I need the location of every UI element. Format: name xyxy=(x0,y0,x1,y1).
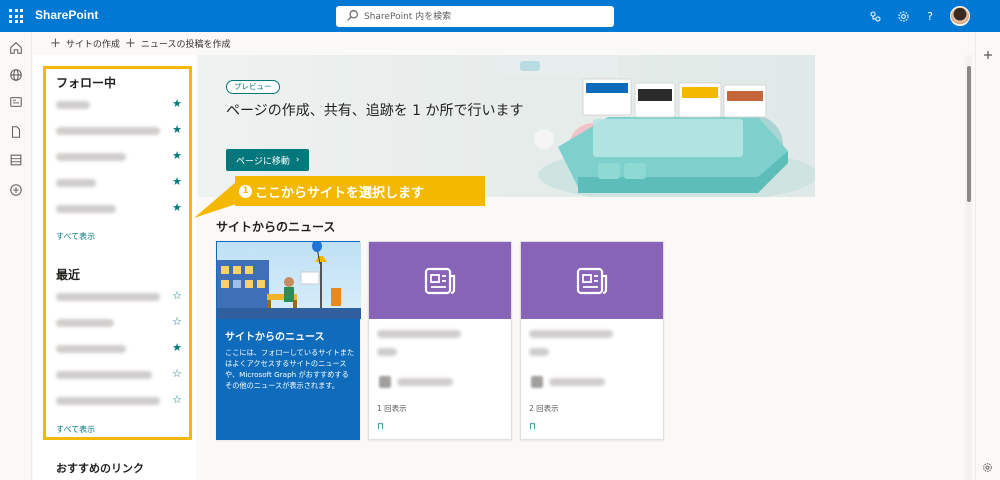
star-outline-icon[interactable]: ☆ xyxy=(172,367,182,381)
star-filled-icon[interactable]: ★ xyxy=(172,201,182,215)
help-icon[interactable]: ? xyxy=(922,8,938,24)
hero-title: ページの作成、共有、追跡を 1 か所で行います xyxy=(226,103,524,119)
news-thumbnail xyxy=(369,242,511,319)
instruction-callout: 1 ここからサイトを選択します xyxy=(235,176,485,206)
star-filled-icon[interactable]: ★ xyxy=(172,123,182,137)
news-card[interactable]: 1 回表示 ⊓ xyxy=(368,241,512,440)
newspaper-icon xyxy=(576,267,608,294)
create-news-label: ニュースの投稿を作成 xyxy=(140,40,231,50)
highlight-frame xyxy=(43,66,192,440)
newspaper-icon xyxy=(424,267,456,294)
create-icon[interactable] xyxy=(9,183,23,197)
search-icon xyxy=(347,10,358,21)
star-outline-icon[interactable]: ☆ xyxy=(172,315,182,329)
news-thumbnail xyxy=(521,242,663,319)
view-count: 1 回表示 xyxy=(377,404,407,413)
app-launcher-icon[interactable] xyxy=(9,9,23,23)
bookmark-icon[interactable]: ⊓ xyxy=(529,422,536,432)
bookmark-icon[interactable]: ⊓ xyxy=(377,422,384,432)
following-item[interactable]: ★ xyxy=(56,149,184,163)
news-card-description: ここには、フォローしているサイトまたはよくアクセスするサイトのニュースや、Mic… xyxy=(225,348,355,390)
following-heading: フォロー中 xyxy=(56,76,117,90)
star-outline-icon[interactable]: ☆ xyxy=(172,393,182,407)
author-avatar xyxy=(379,376,391,388)
command-bar: + サイトの作成 + ニュースの投稿を作成 xyxy=(33,32,967,54)
recent-item[interactable]: ☆ xyxy=(56,315,184,329)
step-number-badge: 1 xyxy=(239,184,252,198)
search-input[interactable] xyxy=(364,8,604,25)
following-item[interactable]: ★ xyxy=(56,175,184,189)
star-outline-icon[interactable]: ☆ xyxy=(172,289,182,303)
recommended-links-heading: おすすめのリンク xyxy=(56,462,144,475)
chevron-right-icon: › xyxy=(295,155,300,165)
recent-heading: 最近 xyxy=(56,268,81,282)
news-icon[interactable] xyxy=(9,95,23,109)
document-icon[interactable] xyxy=(9,125,23,139)
view-count: 2 回表示 xyxy=(529,404,559,413)
plus-icon: + xyxy=(50,36,61,51)
settings-icon[interactable] xyxy=(895,8,911,24)
go-to-pages-button[interactable]: ページに移動 › xyxy=(226,149,310,171)
following-item[interactable]: ★ xyxy=(56,123,184,137)
star-filled-icon[interactable]: ★ xyxy=(172,97,182,111)
recent-item[interactable]: ★ xyxy=(56,341,184,355)
author-avatar xyxy=(531,376,543,388)
create-site-label: サイトの作成 xyxy=(65,40,120,50)
go-to-pages-label: ページに移動 xyxy=(236,156,290,167)
star-filled-icon[interactable]: ★ xyxy=(172,175,182,189)
preview-badge: プレビュー xyxy=(226,80,280,94)
recent-item[interactable]: ☆ xyxy=(56,367,184,381)
plus-icon: + xyxy=(125,36,136,51)
recent-item[interactable]: ☆ xyxy=(56,393,184,407)
sharepoint-network-icon[interactable] xyxy=(867,8,883,24)
suite-bar: SharePoint ? xyxy=(0,0,1000,32)
search-box[interactable] xyxy=(336,6,614,27)
home-icon[interactable] xyxy=(9,41,23,55)
news-illustration xyxy=(217,242,361,319)
create-site-button[interactable]: + サイトの作成 xyxy=(50,37,120,50)
callout-text: ここからサイトを選択します xyxy=(255,185,425,201)
news-heading: サイトからのニュース xyxy=(216,220,336,234)
globe-icon[interactable] xyxy=(9,68,23,82)
list-icon[interactable] xyxy=(9,153,23,167)
user-avatar[interactable] xyxy=(950,6,970,26)
browser-side-panel xyxy=(975,32,1000,480)
recent-item[interactable]: ☆ xyxy=(56,289,184,303)
news-card[interactable]: 2 回表示 ⊓ xyxy=(520,241,664,440)
following-show-all-link[interactable]: すべて表示 xyxy=(56,231,95,242)
news-card[interactable]: サイトからのニュース ここには、フォローしているサイトまたはよくアクセスするサイ… xyxy=(216,241,361,440)
star-filled-icon[interactable]: ★ xyxy=(172,149,182,163)
app-rail xyxy=(0,32,32,480)
create-news-post-button[interactable]: + ニュースの投稿を作成 xyxy=(125,37,230,50)
plus-icon[interactable] xyxy=(983,50,993,60)
news-card-title[interactable]: サイトからのニュース xyxy=(225,328,325,343)
recent-show-all-link[interactable]: すべて表示 xyxy=(56,424,95,435)
following-item[interactable]: ★ xyxy=(56,201,184,215)
scrollbar-thumb[interactable] xyxy=(967,66,971,202)
app-title[interactable]: SharePoint xyxy=(35,8,98,22)
following-item[interactable]: ★ xyxy=(56,97,184,111)
star-filled-icon[interactable]: ★ xyxy=(172,341,182,355)
gear-icon[interactable] xyxy=(982,462,993,473)
